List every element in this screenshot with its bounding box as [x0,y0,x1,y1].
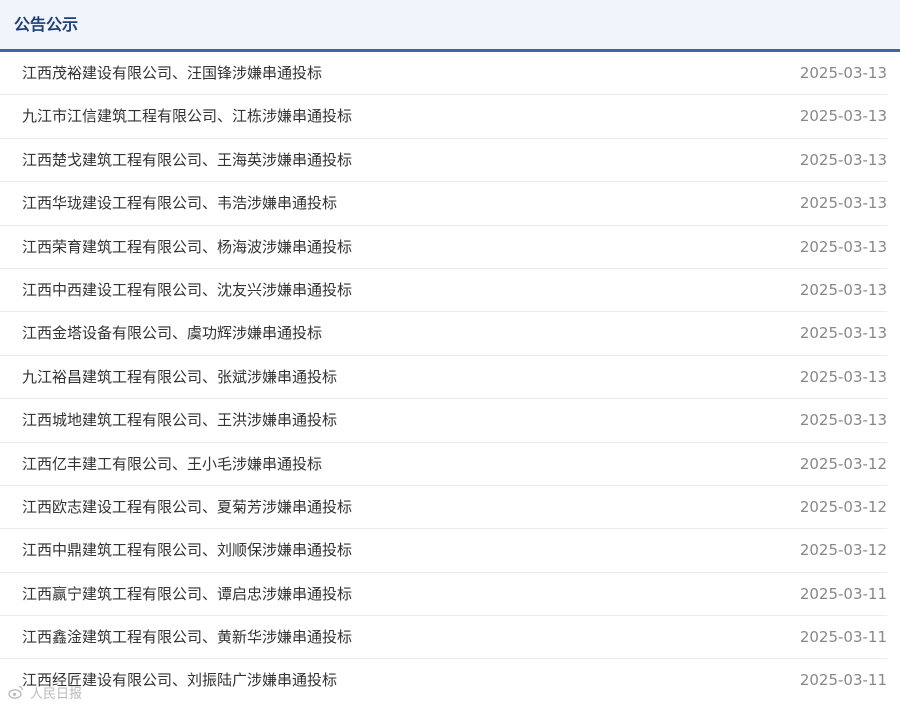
notice-date: 2025-03-11 [799,584,887,603]
notice-title-link[interactable]: 江西荣育建筑工程有限公司、杨海波涉嫌串通投标 [22,226,352,269]
notice-row[interactable]: 江西赢宁建筑工程有限公司、谭启忠涉嫌串通投标 2025-03-11 [0,573,887,617]
notice-row[interactable]: 江西亿丰建工有限公司、王小毛涉嫌串通投标 2025-03-12 [0,443,887,486]
section-title: 公告公示 [14,15,79,34]
notice-title-link[interactable]: 江西中鼎建筑工程有限公司、刘顺保涉嫌串通投标 [22,529,352,572]
notice-row[interactable]: 江西金塔设备有限公司、虞功辉涉嫌串通投标 2025-03-13 [0,312,887,356]
notice-row[interactable]: 江西茂裕建设有限公司、汪国锋涉嫌串通投标 2025-03-13 [0,52,887,96]
notice-date: 2025-03-11 [799,628,887,647]
notice-title-link[interactable]: 江西亿丰建工有限公司、王小毛涉嫌串通投标 [22,443,322,486]
notice-row[interactable]: 江西荣育建筑工程有限公司、杨海波涉嫌串通投标 2025-03-13 [0,226,887,269]
notice-row[interactable]: 九江市江信建筑工程有限公司、江栋涉嫌串通投标 2025-03-13 [0,95,887,139]
notice-title-link[interactable]: 江西经匠建设有限公司、刘振陆广涉嫌串通投标 [22,659,337,702]
notice-date: 2025-03-12 [799,541,887,560]
notice-date: 2025-03-13 [799,237,887,256]
notice-date: 2025-03-13 [799,324,887,343]
notice-title-link[interactable]: 江西城地建筑工程有限公司、王洪涉嫌串通投标 [22,399,337,442]
notice-date: 2025-03-13 [799,280,887,299]
notice-title-link[interactable]: 江西中西建设工程有限公司、沈友兴涉嫌串通投标 [22,269,352,312]
notice-date: 2025-03-13 [799,194,887,213]
notice-row[interactable]: 江西经匠建设有限公司、刘振陆广涉嫌串通投标 2025-03-11 [0,659,887,702]
notice-row[interactable]: 江西欧志建设工程有限公司、夏菊芳涉嫌串通投标 2025-03-12 [0,486,887,530]
notice-date: 2025-03-12 [799,497,887,516]
notice-title-link[interactable]: 九江市江信建筑工程有限公司、江栋涉嫌串通投标 [22,95,352,138]
notice-date: 2025-03-13 [799,64,887,82]
notice-title-link[interactable]: 江西鑫淦建筑工程有限公司、黄新华涉嫌串通投标 [22,616,352,659]
notice-title-link[interactable]: 江西金塔设备有限公司、虞功辉涉嫌串通投标 [22,312,322,355]
notice-date: 2025-03-13 [799,411,887,430]
notice-list: 江西茂裕建设有限公司、汪国锋涉嫌串通投标 2025-03-13 九江市江信建筑工程有… [0,52,887,703]
notice-title-link[interactable]: 江西华珑建设工程有限公司、韦浩涉嫌串通投标 [22,182,337,225]
notice-row[interactable]: 江西中西建设工程有限公司、沈友兴涉嫌串通投标 2025-03-13 [0,269,887,313]
notice-date: 2025-03-11 [799,671,887,690]
notice-title-link[interactable]: 九江裕昌建筑工程有限公司、张斌涉嫌串通投标 [22,356,337,399]
notice-row[interactable]: 江西中鼎建筑工程有限公司、刘顺保涉嫌串通投标 2025-03-12 [0,529,887,573]
notice-row[interactable]: 江西华珑建设工程有限公司、韦浩涉嫌串通投标 2025-03-13 [0,182,887,226]
notice-title-link[interactable]: 江西赢宁建筑工程有限公司、谭启忠涉嫌串通投标 [22,573,352,616]
notice-date: 2025-03-12 [799,454,887,473]
notice-title-link[interactable]: 江西欧志建设工程有限公司、夏菊芳涉嫌串通投标 [22,486,352,529]
section-header: 公告公示 [0,0,900,52]
notice-date: 2025-03-13 [799,107,887,126]
notice-row[interactable]: 江西鑫淦建筑工程有限公司、黄新华涉嫌串通投标 2025-03-11 [0,616,887,660]
notice-date: 2025-03-13 [799,150,887,169]
notice-date: 2025-03-13 [799,367,887,386]
notice-title-link[interactable]: 江西楚戈建筑工程有限公司、王海英涉嫌串通投标 [22,139,352,182]
notice-row[interactable]: 江西楚戈建筑工程有限公司、王海英涉嫌串通投标 2025-03-13 [0,139,887,183]
notice-title-link[interactable]: 江西茂裕建设有限公司、汪国锋涉嫌串通投标 [22,52,322,95]
notice-row[interactable]: 九江裕昌建筑工程有限公司、张斌涉嫌串通投标 2025-03-13 [0,356,887,400]
notice-row[interactable]: 江西城地建筑工程有限公司、王洪涉嫌串通投标 2025-03-13 [0,399,887,443]
